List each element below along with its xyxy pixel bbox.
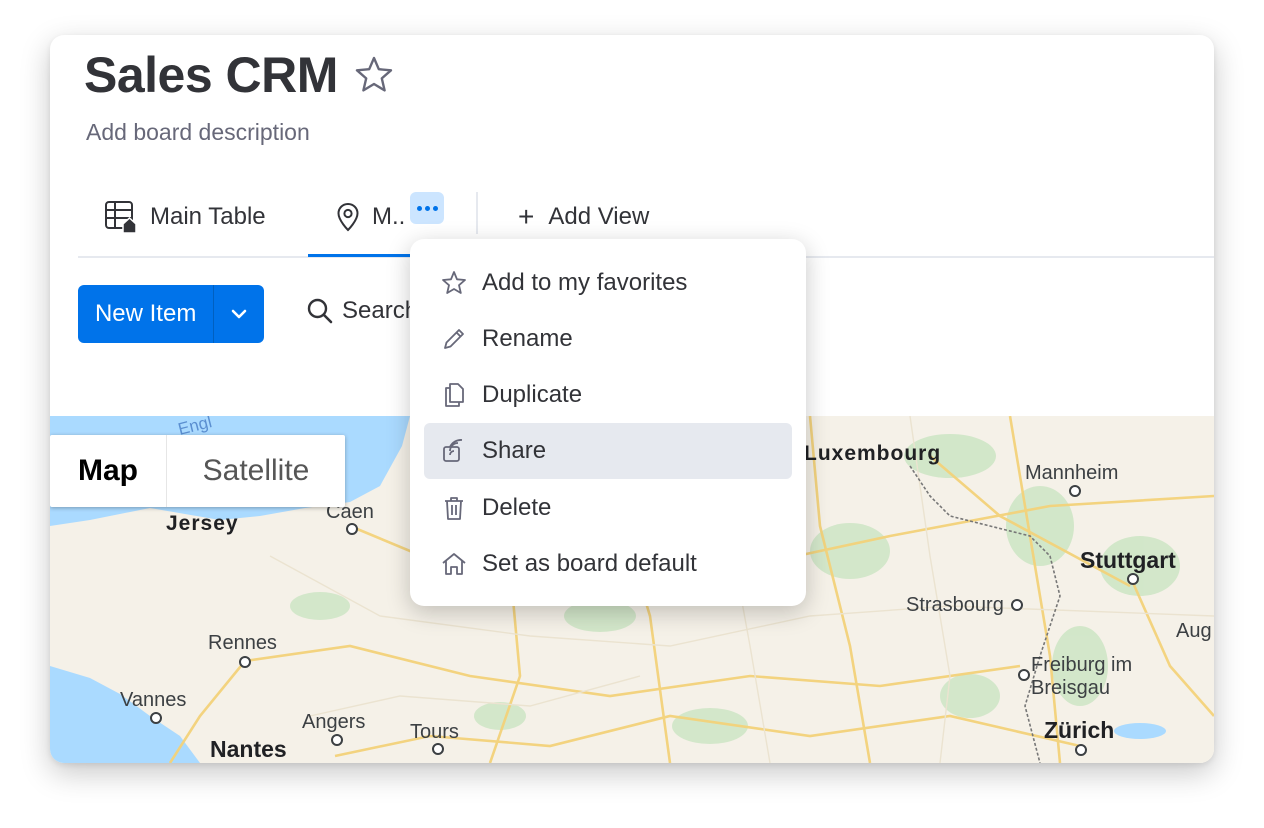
map-type-control: Map Satellite xyxy=(50,435,345,507)
menu-item-label: Add to my favorites xyxy=(482,269,688,296)
map-label-stuttgart: Stuttgart xyxy=(1080,547,1176,573)
map-type-satellite-button[interactable]: Satellite xyxy=(167,435,345,507)
map-label-rennes: Rennes xyxy=(208,632,277,654)
city-dot xyxy=(1075,744,1087,756)
new-item-button[interactable]: New Item xyxy=(78,285,264,343)
pencil-icon xyxy=(440,325,468,353)
menu-item-label: Delete xyxy=(482,494,552,521)
map-label-augsburg: Aug xyxy=(1176,620,1212,642)
map-label-luxembourg: Luxembourg xyxy=(804,442,942,465)
menu-item-label: Share xyxy=(482,437,547,464)
star-icon xyxy=(440,269,468,297)
menu-item-label: Rename xyxy=(482,325,573,352)
city-dot xyxy=(432,743,444,755)
city-dot xyxy=(1069,485,1081,497)
map-label-strasbourg: Strasbourg xyxy=(906,594,1004,616)
add-view-label: Add View xyxy=(548,203,650,230)
menu-item-set-default[interactable]: Set as board default xyxy=(424,536,792,592)
menu-item-duplicate[interactable]: Duplicate xyxy=(424,367,792,423)
tab-main-table[interactable]: Main Table xyxy=(104,180,266,254)
city-dot xyxy=(346,523,358,535)
menu-item-delete[interactable]: Delete xyxy=(424,480,792,536)
menu-item-rename[interactable]: Rename xyxy=(424,311,792,367)
city-dot xyxy=(1011,599,1023,611)
search-label: Search xyxy=(342,297,419,324)
map-label-vannes: Vannes xyxy=(120,689,187,711)
city-dot xyxy=(150,712,162,724)
more-options-icon[interactable] xyxy=(410,192,444,224)
table-home-icon xyxy=(104,200,138,234)
tab-main-table-label: Main Table xyxy=(150,203,266,230)
trash-icon xyxy=(440,494,468,522)
map-label-angers: Angers xyxy=(302,711,366,733)
duplicate-icon xyxy=(440,381,468,409)
favorite-star-icon[interactable] xyxy=(352,53,396,97)
city-dot xyxy=(239,656,251,668)
menu-item-label: Set as board default xyxy=(482,550,697,577)
menu-item-add-to-favorites[interactable]: Add to my favorites xyxy=(424,255,792,311)
menu-item-label: Duplicate xyxy=(482,381,583,408)
search-button[interactable]: Search xyxy=(306,297,418,325)
home-icon xyxy=(440,550,468,578)
city-dot xyxy=(1018,669,1030,681)
tab-map-label: M.. xyxy=(372,203,406,230)
map-label-mannheim: Mannheim xyxy=(1025,462,1119,484)
menu-item-share[interactable]: Share xyxy=(424,423,792,479)
map-label-jersey: Jersey xyxy=(166,512,239,535)
plus-icon: + xyxy=(518,201,535,232)
map-label-nantes: Nantes xyxy=(210,736,287,762)
map-type-map-button[interactable]: Map xyxy=(50,435,167,507)
share-icon xyxy=(440,437,468,465)
board-description[interactable]: Add board description xyxy=(86,119,310,146)
map-label-tours: Tours xyxy=(410,721,459,743)
map-label-freiburg: Freiburg im xyxy=(1031,654,1133,676)
chevron-down-icon[interactable] xyxy=(214,285,264,343)
map-label-breisgau: Breisgau xyxy=(1031,677,1110,699)
new-item-label[interactable]: New Item xyxy=(78,285,215,343)
map-label-zurich: Zürich xyxy=(1044,717,1115,743)
city-dot xyxy=(331,734,343,746)
search-icon xyxy=(306,297,334,325)
location-pin-icon xyxy=(336,202,360,232)
tab-divider xyxy=(476,192,478,234)
view-context-menu: Add to my favorites Rename Duplicate Sha… xyxy=(410,239,806,606)
city-dot xyxy=(1127,573,1139,585)
page-title[interactable]: Sales CRM xyxy=(84,45,338,105)
